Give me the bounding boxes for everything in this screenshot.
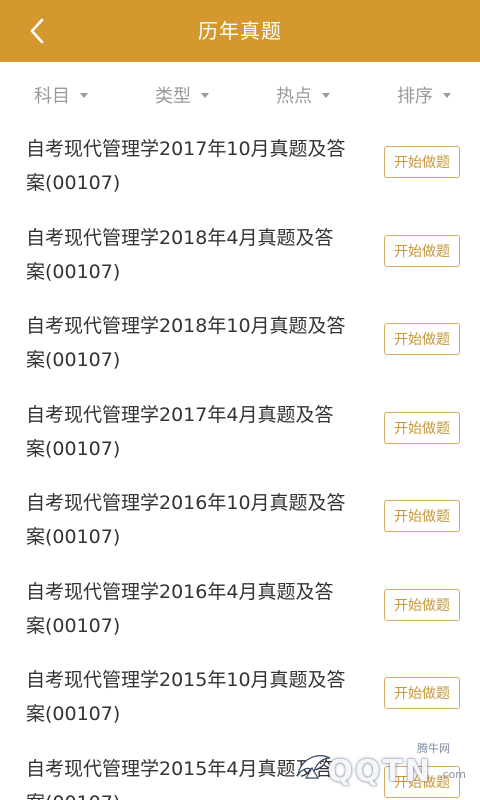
filter-type[interactable]: 类型	[155, 82, 209, 108]
caret-down-icon	[443, 92, 451, 98]
filter-sort[interactable]: 排序	[397, 82, 451, 108]
filter-hot[interactable]: 热点	[276, 82, 330, 108]
start-practice-button[interactable]: 开始做题	[384, 146, 460, 178]
filter-subject[interactable]: 科目	[34, 82, 88, 108]
exam-title: 自考现代管理学2017年10月真题及答 案(00107)	[26, 138, 346, 194]
exam-list: 自考现代管理学2017年10月真题及答 案(00107) 开始做题 自考现代管理学…	[0, 126, 480, 800]
list-item[interactable]: 自考现代管理学2016年10月真题及答 案(00107) 开始做题	[0, 480, 480, 569]
start-practice-button[interactable]: 开始做题	[384, 765, 460, 798]
exam-title: 自考现代管理学2017年4月真题及答 案(00107)	[26, 403, 334, 460]
list-item[interactable]: 自考现代管理学2017年4月真题及答 案(00107) 开始做题	[0, 392, 480, 481]
start-practice-button[interactable]: 开始做题	[384, 411, 460, 444]
start-practice-button[interactable]: 开始做题	[384, 677, 460, 709]
start-practice-button[interactable]: 开始做题	[384, 500, 460, 532]
list-item[interactable]: 自考现代管理学2018年10月真题及答 案(00107) 开始做题	[0, 303, 480, 392]
filter-label: 科目	[34, 86, 70, 107]
exam-title: 自考现代管理学2015年4月真题及答案(00107)	[26, 757, 334, 800]
filter-label: 热点	[276, 86, 312, 107]
filter-label: 类型	[155, 86, 191, 107]
exam-title: 自考现代管理学2018年4月真题及答 案(00107)	[26, 226, 334, 283]
filter-bar: 科目 类型 热点 排序	[0, 62, 480, 126]
caret-down-icon	[80, 92, 88, 98]
start-practice-button[interactable]: 开始做题	[384, 234, 460, 267]
start-practice-button[interactable]: 开始做题	[384, 323, 460, 355]
exam-title: 自考现代管理学2016年10月真题及答 案(00107)	[26, 492, 346, 548]
app-header: 历年真题	[0, 0, 480, 62]
exam-title: 自考现代管理学2018年10月真题及答 案(00107)	[26, 315, 346, 371]
list-item[interactable]: 自考现代管理学2016年4月真题及答 案(00107) 开始做题	[0, 569, 480, 658]
caret-down-icon	[201, 92, 209, 98]
list-item[interactable]: 自考现代管理学2015年4月真题及答案(00107) 开始做题	[0, 746, 480, 800]
list-item[interactable]: 自考现代管理学2017年10月真题及答 案(00107) 开始做题	[0, 126, 480, 215]
list-item[interactable]: 自考现代管理学2015年10月真题及答 案(00107) 开始做题	[0, 657, 480, 746]
start-practice-button[interactable]: 开始做题	[384, 588, 460, 621]
list-item[interactable]: 自考现代管理学2018年4月真题及答 案(00107) 开始做题	[0, 215, 480, 304]
exam-title: 自考现代管理学2016年4月真题及答 案(00107)	[26, 580, 334, 637]
exam-title: 自考现代管理学2015年10月真题及答 案(00107)	[26, 669, 346, 725]
filter-label: 排序	[397, 86, 433, 107]
caret-down-icon	[322, 92, 330, 98]
page-title: 历年真题	[198, 19, 282, 43]
